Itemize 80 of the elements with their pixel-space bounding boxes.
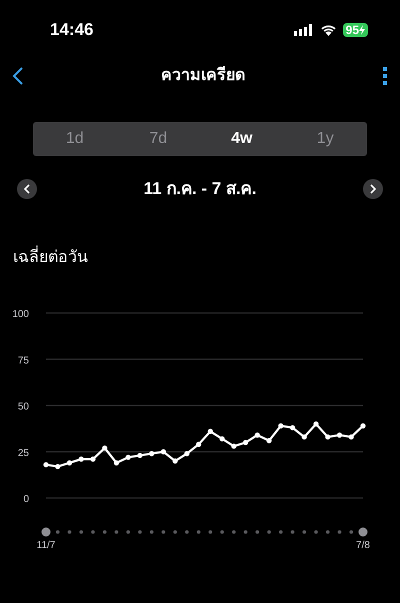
axis-dot	[267, 530, 271, 534]
back-icon[interactable]	[12, 66, 24, 86]
axis-dot	[91, 530, 95, 534]
axis-label: 7/8	[356, 540, 370, 550]
axis-dot	[290, 530, 294, 534]
signal-icon	[294, 24, 314, 36]
axis-dot	[68, 530, 72, 534]
battery-indicator: 95	[342, 23, 368, 37]
axis-dot	[114, 530, 118, 534]
axis-dot	[338, 530, 342, 534]
bolt-icon	[359, 25, 365, 35]
axis-dot	[185, 530, 189, 534]
data-point	[90, 456, 96, 462]
range-handle[interactable]	[42, 527, 50, 536]
data-point	[137, 452, 143, 458]
data-point	[66, 460, 72, 465]
axis-dot	[302, 530, 306, 534]
status-time: 14:46	[50, 19, 94, 42]
data-point	[172, 458, 178, 464]
axis-dot	[102, 530, 106, 534]
data-point	[302, 434, 307, 440]
axis-dot	[126, 530, 130, 534]
axis-label: 25	[18, 447, 29, 458]
data-point	[336, 432, 342, 438]
axis-dot	[56, 530, 60, 534]
axis-dot	[314, 530, 318, 534]
data-point	[348, 434, 354, 440]
data-point	[55, 463, 60, 469]
axis-label: 75	[18, 354, 29, 366]
data-point	[290, 424, 296, 430]
chevron-right-icon	[369, 184, 377, 194]
data-point	[231, 443, 236, 448]
data-point	[102, 444, 108, 450]
axis-dot	[232, 530, 236, 534]
axis-dot	[173, 530, 177, 534]
more-icon[interactable]	[382, 66, 388, 86]
period-tab[interactable]: 4w	[200, 122, 284, 156]
data-point	[360, 422, 366, 428]
previous-button[interactable]	[17, 178, 37, 199]
date-range: 11 ก.ค. - 7 ส.ค.	[144, 178, 256, 200]
axis-label: 0	[23, 494, 29, 504]
data-point	[149, 450, 154, 456]
axis-dot	[208, 530, 212, 534]
period-tab[interactable]: 7d	[116, 122, 200, 156]
axis-dot	[138, 530, 142, 534]
data-point	[184, 450, 190, 456]
axis-label: 50	[18, 401, 29, 412]
data-point	[313, 420, 319, 426]
data-point	[126, 454, 131, 460]
page-title: ความเครียด	[161, 65, 245, 86]
axis-dot	[256, 530, 260, 534]
data-point	[278, 422, 284, 428]
axis-dot	[79, 530, 84, 534]
data-point	[254, 432, 260, 438]
data-point	[114, 460, 120, 465]
axis-dot	[349, 530, 354, 534]
data-point	[208, 428, 213, 434]
wifi-icon	[320, 24, 337, 36]
axis-dot	[162, 530, 166, 534]
axis-dot	[244, 530, 248, 534]
data-point	[78, 456, 84, 462]
chevron-left-icon	[23, 184, 31, 194]
axis-dot	[196, 530, 200, 534]
data-point	[243, 439, 248, 445]
period-tab[interactable]: 1d	[33, 122, 116, 156]
period-tab[interactable]: 1y	[284, 122, 367, 156]
data-point	[220, 436, 225, 441]
axis-label: 100	[12, 308, 29, 320]
axis-dot	[279, 530, 283, 534]
range-handle[interactable]	[358, 527, 368, 536]
data-point	[266, 438, 272, 443]
axis-dot	[150, 530, 154, 534]
data-point	[196, 441, 202, 446]
data-point	[325, 434, 330, 440]
axis-label: 11/7	[36, 540, 56, 550]
data-point	[160, 448, 166, 454]
axis-dot	[220, 530, 224, 534]
axis-dot	[326, 530, 330, 534]
next-button[interactable]	[363, 178, 383, 199]
data-point	[43, 462, 49, 467]
